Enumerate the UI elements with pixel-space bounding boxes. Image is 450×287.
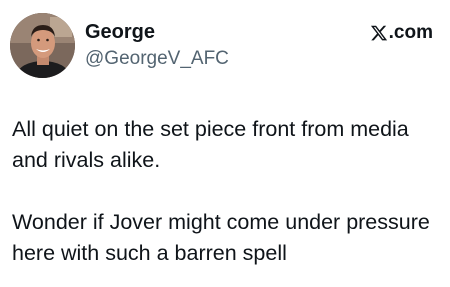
x-logo-icon	[370, 24, 388, 42]
avatar-image	[10, 13, 75, 78]
source-label: .com	[370, 21, 433, 45]
tweet-card: George @GeorgeV_AFC .com All quiet on th…	[0, 0, 450, 287]
avatar[interactable]	[10, 13, 75, 78]
tweet-paragraph-2: Wonder if Jover might come under pressur…	[12, 210, 430, 265]
author-handle[interactable]: @GeorgeV_AFC	[85, 47, 229, 71]
tweet-paragraph-1: All quiet on the set piece front from me…	[12, 117, 409, 172]
tweet-text: All quiet on the set piece front from me…	[12, 114, 438, 269]
source-domain: .com	[388, 22, 433, 43]
author-display-name[interactable]: George	[85, 20, 155, 44]
